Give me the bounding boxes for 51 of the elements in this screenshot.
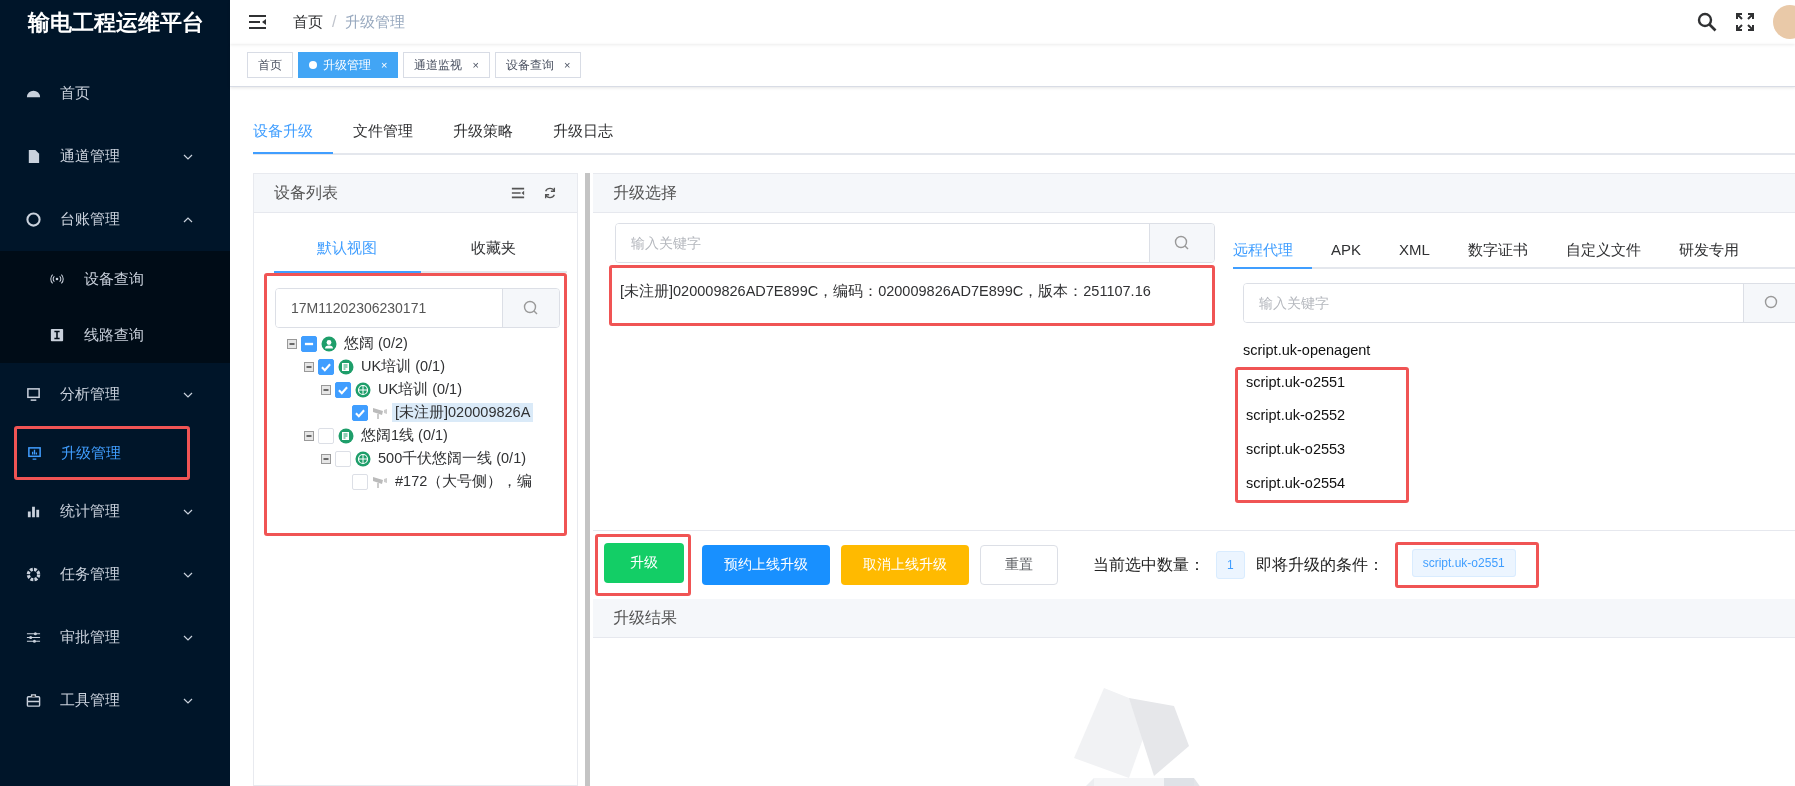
tree-node-label[interactable]: #172（大号侧），编 [392,472,536,491]
panel-title: 升级选择 [613,182,678,203]
file-type-tab[interactable]: 数字证书 [1448,233,1547,269]
submenu-item[interactable]: 设备查询 [0,251,230,307]
page-tab[interactable]: 升级日志 [533,110,633,154]
count-label: 当前选中数量： [1093,554,1205,575]
file-type-tab[interactable]: 自定义文件 [1546,233,1660,269]
file-type-tab[interactable]: APK [1312,233,1380,269]
sidebar-item[interactable]: 通道管理 [0,125,230,188]
condition-label: 即将升级的条件： [1255,554,1384,575]
selected-device-item[interactable]: [未注册]020009826AD7E899C，编码：020009826AD7E899C，版本：251107.16 [620,282,1204,301]
count-badge: 1 [1216,551,1245,579]
condition-tag: script.uk-o2551 [1411,549,1516,577]
page-tag[interactable]: 设备查询 × [494,52,582,78]
sidebar-item[interactable]: 分析管理 [0,363,230,426]
panel-title: 升级结果 [613,607,678,628]
tree-node-label[interactable]: UK培训 (0/1) [358,357,448,376]
sidebar-item[interactable]: 台账管理 [0,188,230,251]
file-type-tab[interactable]: 研发专用 [1659,233,1758,269]
sidebar-item[interactable]: 升级管理 [17,429,187,477]
search-field[interactable]: 17M11202306230171 [275,288,560,328]
sidebar-item[interactable]: 首页 [0,62,230,125]
file-item[interactable]: script.uk-o2551 [1246,370,1406,398]
submenu-item[interactable]: 线路查询 [0,307,230,363]
page-tab[interactable]: 文件管理 [333,110,433,154]
action-button[interactable]: 重置 [980,545,1058,585]
search-field[interactable]: 输入关键字 [615,223,1215,263]
file-item[interactable]: script.uk-o2553 [1246,432,1406,466]
sidebar-item[interactable]: 统计管理 [0,480,230,543]
breadcrumb-link[interactable]: 首页 [293,12,323,32]
sidebar-item[interactable]: 任务管理 [0,543,230,606]
breadcrumb-separator: / [332,13,337,31]
tree-node-label[interactable]: UK培训 (0/1) [375,380,465,399]
panel-title: 设备列表 [274,182,339,203]
close-icon[interactable]: × [472,59,479,71]
file-type-tab[interactable]: XML [1380,233,1449,269]
file-item[interactable]: script.uk-o2554 [1246,466,1406,500]
tree-node-label[interactable]: 500千伏悠阔一线 (0/1) [375,449,530,468]
file-item[interactable]: script.uk-openagent [1243,333,1795,367]
view-tab[interactable]: 收藏夹 [420,233,567,273]
close-icon[interactable]: × [563,59,571,71]
sidebar-item[interactable]: 工具管理 [0,669,230,732]
app-title: 输电工程运维平台 [26,9,205,37]
page-tag[interactable]: 通道监视 × [403,52,490,78]
page-tag[interactable]: 首页 [247,52,293,78]
page-tab[interactable]: 升级策略 [433,110,533,154]
tree-node-label[interactable]: 悠阔 (0/2) [341,334,411,353]
file-item[interactable]: script.uk-o2552 [1246,398,1406,432]
sidebar-item[interactable]: 审批管理 [0,606,230,669]
tree-node-label[interactable]: 悠阔1线 (0/1) [358,426,451,445]
tree-node-label[interactable]: [未注册]020009826A [392,403,534,422]
